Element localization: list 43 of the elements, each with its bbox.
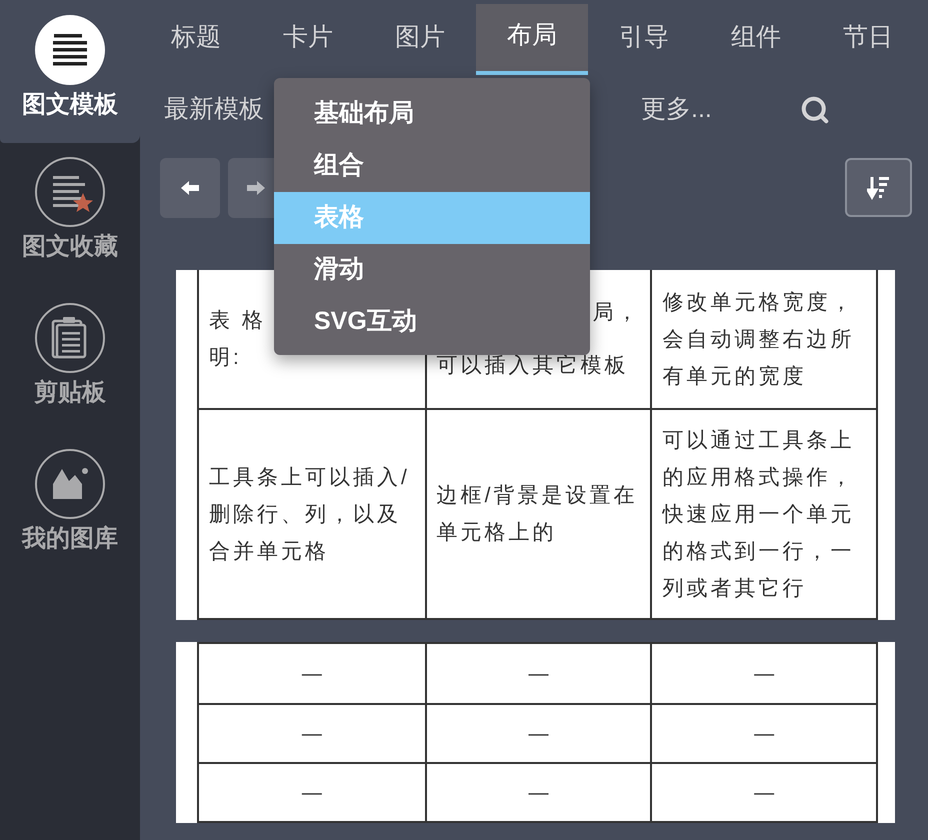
table-cell: —	[650, 705, 876, 762]
mountain-image-icon	[35, 449, 105, 519]
cell-text: 明:	[209, 345, 242, 371]
cell-text: 局，	[592, 300, 640, 326]
sort-icon	[866, 174, 890, 200]
category-tab[interactable]: 引导	[588, 4, 700, 75]
subnav-link[interactable]: 最新模板	[164, 91, 264, 129]
clipboard-icon	[35, 303, 105, 373]
table-cell: —	[650, 764, 876, 821]
menu-item[interactable]: 组合	[274, 140, 590, 192]
category-tab[interactable]: 图片	[364, 4, 476, 75]
category-tab[interactable]: 布局	[476, 4, 588, 75]
category-tab[interactable]: 标题	[140, 4, 252, 75]
menu-item[interactable]: 基础布局	[274, 88, 590, 140]
menu-item[interactable]: 滑动	[274, 244, 590, 296]
cell-text: 工具条上可以插入/删除行、列，以及合并单元格	[209, 464, 411, 564]
cell-text: 修改单元格宽度，会自动调整右边所有单元的宽度	[662, 290, 856, 390]
table-cell-text: —	[300, 662, 323, 686]
table-cell: —	[650, 644, 876, 703]
sidebar-item[interactable]: 图文模板	[0, 0, 140, 143]
cell-text: 表 格	[209, 308, 266, 334]
sidebar-item[interactable]: 我的图库	[0, 435, 140, 581]
cell-text: 可以通过工具条上的应用格式操作，快速应用一个单元的格式到一行，一列或者其它行	[662, 428, 856, 602]
sort-button[interactable]	[845, 158, 912, 217]
sidebar-item[interactable]: 图文收藏	[0, 143, 140, 289]
arrow-right-icon	[245, 179, 267, 197]
menu-item[interactable]: SVG互动	[274, 296, 590, 348]
table-cell: —	[424, 644, 650, 703]
table-cell-text: —	[300, 722, 323, 746]
category-tab[interactable]: 卡片	[252, 4, 364, 75]
sidebar-item[interactable]: 剪贴板	[0, 289, 140, 435]
subnav-link[interactable]: 更多...	[641, 91, 712, 129]
document-lines-icon	[35, 15, 105, 85]
category-tab[interactable]: 组件	[700, 4, 812, 75]
table-cell: —	[424, 705, 650, 762]
table-cell: —	[424, 764, 650, 821]
table-cell-text: —	[300, 780, 323, 806]
search-icon[interactable]	[800, 95, 830, 125]
cell-text: 可以插入其它模板	[436, 353, 629, 379]
back-button[interactable]	[160, 158, 220, 218]
category-tab[interactable]: 节日	[812, 4, 924, 75]
arrow-left-icon	[179, 179, 201, 197]
cell-text: 边框/背景是设置在单元格上的	[436, 483, 638, 546]
